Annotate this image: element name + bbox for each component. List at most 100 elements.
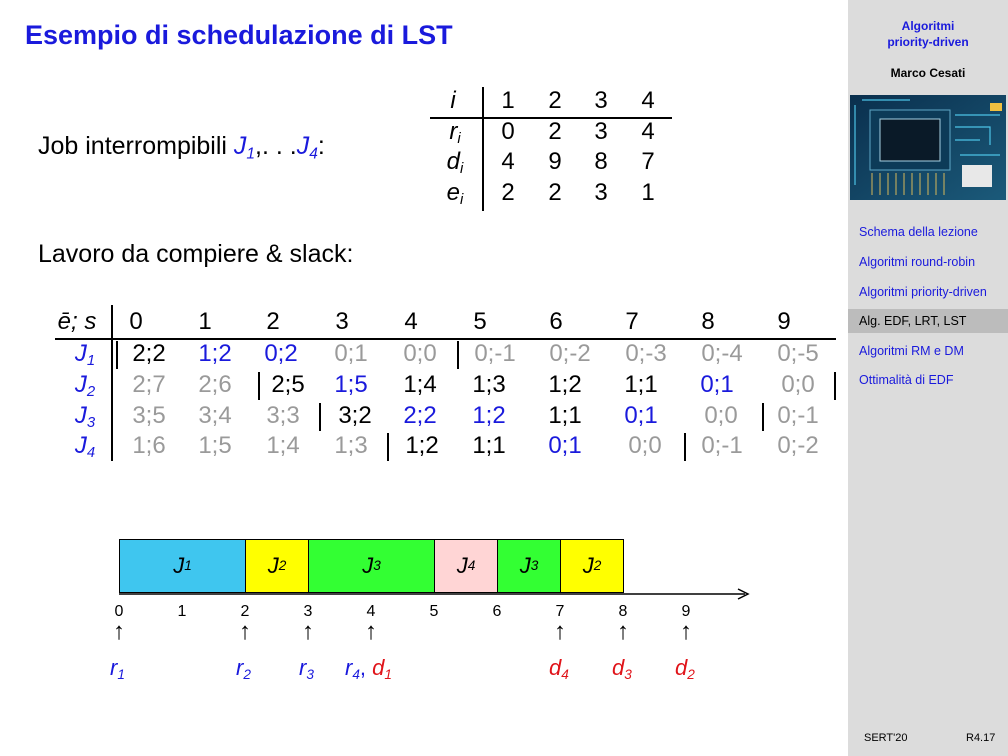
params-table-vline bbox=[482, 87, 484, 211]
axis-tick-label: 1 bbox=[177, 603, 187, 620]
params-cell: 1 bbox=[641, 179, 655, 206]
slack-cell: 1;4 bbox=[403, 371, 437, 398]
footer-course: SERT'20 bbox=[864, 732, 908, 744]
job-j1-ref: J1 bbox=[233, 132, 256, 163]
slack-cell: 1;1 bbox=[624, 371, 658, 398]
release-label-r3: r3 bbox=[299, 655, 314, 682]
params-cell: 4 bbox=[641, 118, 655, 145]
up-arrow-icon: ↑ bbox=[239, 618, 251, 645]
params-row-e-label: ei bbox=[446, 179, 464, 209]
deadline-label-d4: d4 bbox=[549, 655, 569, 682]
slack-cell: 2;7 bbox=[132, 371, 166, 398]
sidebar-item-round-robin[interactable]: Algoritmi round-robin bbox=[848, 250, 1008, 274]
slack-cell: 1;3 bbox=[472, 371, 506, 398]
sidebar-title[interactable]: Algoritmi priority-driven bbox=[848, 18, 1008, 50]
slack-cell: 1;2 bbox=[198, 340, 232, 367]
params-cell: 0 bbox=[501, 118, 515, 145]
slack-cell: 0;-4 bbox=[701, 340, 743, 367]
axis-tick-label: 5 bbox=[429, 603, 439, 620]
circuit-board-image bbox=[850, 95, 1006, 200]
sidebar-author: Marco Cesati bbox=[890, 66, 966, 80]
params-row-r-label: ri bbox=[449, 118, 461, 148]
slack-row-label-j2: J2 bbox=[74, 371, 96, 401]
slack-cell: 3;3 bbox=[266, 402, 300, 429]
release-label-r2: r2 bbox=[236, 655, 251, 682]
slack-cell: 1;1 bbox=[548, 402, 582, 429]
slack-cell: 0;-3 bbox=[625, 340, 667, 367]
sidebar-item-rm-dm[interactable]: Algoritmi RM e DM bbox=[848, 339, 1008, 363]
slack-time-header: 8 bbox=[701, 308, 715, 335]
slack-cell: 1;3 bbox=[334, 432, 368, 459]
deadline-marker-j3 bbox=[762, 403, 764, 431]
slack-time-header: 0 bbox=[129, 308, 143, 335]
slack-cell: 2;5 bbox=[271, 371, 305, 398]
sidebar: Algoritmi priority-driven Marco Cesati S… bbox=[848, 0, 1008, 756]
slack-cell: 0;2 bbox=[264, 340, 298, 367]
up-arrow-icon: ↑ bbox=[680, 618, 692, 645]
slack-cell: 1;1 bbox=[472, 432, 506, 459]
params-cell: 2 bbox=[548, 118, 562, 145]
params-cell: 3 bbox=[594, 118, 608, 145]
slack-cell: 1;6 bbox=[132, 432, 166, 459]
slack-cell: 0;1 bbox=[624, 402, 658, 429]
slack-time-header: 1 bbox=[198, 308, 212, 335]
params-cell: 7 bbox=[641, 148, 655, 175]
slack-cell: 1;5 bbox=[198, 432, 232, 459]
slack-row-label-j1: J1 bbox=[74, 340, 96, 370]
slack-time-header: 4 bbox=[404, 308, 418, 335]
params-header-4: 4 bbox=[641, 87, 655, 114]
up-arrow-icon: ↑ bbox=[554, 618, 566, 645]
slack-cell: 2;6 bbox=[198, 371, 232, 398]
slack-time-header: 6 bbox=[549, 308, 563, 335]
jobs-range: ,. . . bbox=[255, 132, 297, 160]
jobs-label: Job interrompibili bbox=[38, 132, 227, 160]
slack-cell: 0;0 bbox=[628, 432, 662, 459]
slack-time-header: 3 bbox=[335, 308, 349, 335]
slack-cell: 0;-2 bbox=[777, 432, 819, 459]
sidebar-item-schema[interactable]: Schema della lezione bbox=[848, 220, 1008, 244]
slack-cell: 1;5 bbox=[334, 371, 368, 398]
slack-row-label-j3: J3 bbox=[74, 402, 96, 432]
slack-cell: 2;2 bbox=[132, 340, 166, 367]
sidebar-item-edf-lrt-lst[interactable]: Alg. EDF, LRT, LST bbox=[848, 309, 1008, 333]
time-axis bbox=[119, 588, 750, 600]
deadline-marker-j4 bbox=[684, 433, 686, 461]
deadline-marker-j2 bbox=[834, 372, 836, 400]
params-cell: 9 bbox=[548, 148, 562, 175]
slack-time-header: 7 bbox=[625, 308, 639, 335]
up-arrow-icon: ↑ bbox=[365, 618, 377, 645]
release-marker-j3 bbox=[319, 403, 321, 431]
slack-cell: 0;-1 bbox=[701, 432, 743, 459]
slack-cell: 0;-1 bbox=[777, 402, 819, 429]
slack-cell: 1;4 bbox=[266, 432, 300, 459]
deadline-label-d3: d3 bbox=[612, 655, 632, 682]
slack-cell: 0;0 bbox=[704, 402, 738, 429]
slack-row-label-j4: J4 bbox=[74, 432, 96, 462]
up-arrow-icon: ↑ bbox=[617, 618, 629, 645]
slack-cell: 0;1 bbox=[334, 340, 368, 367]
slack-time-header: 5 bbox=[473, 308, 487, 335]
jobs-description: Job interrompibili J1,. . .J4: bbox=[38, 132, 325, 163]
work-slack-label: Lavoro da compiere & slack: bbox=[38, 240, 354, 268]
sidebar-item-priority-driven[interactable]: Algoritmi priority-driven bbox=[848, 280, 1008, 304]
slack-table-vline bbox=[111, 305, 113, 461]
job-j4-ref: J4 bbox=[296, 132, 318, 163]
release-deadline-label-r4-d1: r4, d1 bbox=[345, 655, 392, 682]
slack-cell: 0;1 bbox=[548, 432, 582, 459]
sidebar-item-ottimalita-edf[interactable]: Ottimalità di EDF bbox=[848, 368, 1008, 392]
params-cell: 4 bbox=[501, 148, 515, 175]
params-header-3: 3 bbox=[594, 87, 608, 114]
release-label-r1: r1 bbox=[110, 655, 125, 682]
slack-cell: 3;5 bbox=[132, 402, 166, 429]
slide-title: Esempio di schedulazione di LST bbox=[25, 20, 453, 50]
params-header-i: i bbox=[450, 87, 456, 114]
release-marker-j2 bbox=[258, 372, 260, 400]
slack-time-header: 2 bbox=[266, 308, 280, 335]
params-cell: 3 bbox=[594, 179, 608, 206]
slide-content: Esempio di schedulazione di LST Job inte… bbox=[0, 0, 848, 756]
params-header-1: 1 bbox=[501, 87, 515, 114]
slack-cell: 0;-5 bbox=[777, 340, 819, 367]
axis-tick-label: 6 bbox=[492, 603, 502, 620]
slack-table-corner: ē; s bbox=[57, 308, 97, 335]
slack-cell: 2;2 bbox=[403, 402, 437, 429]
